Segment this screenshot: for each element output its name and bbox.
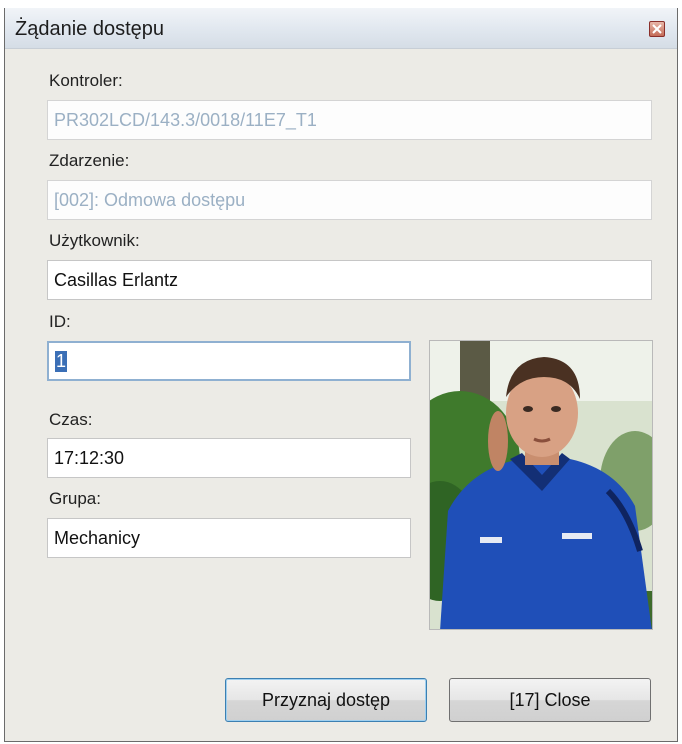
id-value: 1 (55, 350, 68, 372)
user-field[interactable]: Casillas Erlantz (47, 260, 652, 300)
user-label: Użytkownik: (49, 231, 140, 250)
event-label: Zdarzenie: (49, 151, 130, 170)
controller-label: Kontroler: (49, 71, 123, 90)
id-field[interactable]: 1 (47, 341, 411, 381)
user-value: Casillas Erlantz (54, 269, 179, 290)
event-value: [002]: Odmowa dostępu (54, 189, 246, 210)
controller-value: PR302LCD/143.3/0018/11E7_T1 (54, 109, 317, 130)
access-request-dialog: Żądanie dostępu Kontroler: PR302LCD/143.… (4, 8, 678, 742)
title-bar: Żądanie dostępu (5, 8, 677, 49)
close-button-label: [17] Close (509, 689, 591, 710)
grant-access-button[interactable]: Przyznaj dostęp (225, 678, 427, 722)
time-value: 17:12:30 (54, 447, 125, 468)
window-title: Żądanie dostępu (15, 18, 165, 40)
user-photo (429, 340, 653, 630)
close-button[interactable]: [17] Close (449, 678, 651, 722)
id-label: ID: (49, 312, 71, 331)
time-field[interactable]: 17:12:30 (47, 438, 411, 478)
group-field[interactable]: Mechanicy (47, 518, 411, 558)
grant-access-label: Przyznaj dostęp (261, 689, 391, 710)
close-icon (652, 24, 662, 34)
event-field[interactable]: [002]: Odmowa dostępu (47, 180, 652, 220)
group-label: Grupa: (49, 489, 101, 508)
group-value: Mechanicy (54, 527, 141, 548)
window-close-button[interactable] (649, 21, 665, 37)
controller-field[interactable]: PR302LCD/143.3/0018/11E7_T1 (47, 100, 652, 140)
time-label: Czas: (49, 410, 93, 429)
